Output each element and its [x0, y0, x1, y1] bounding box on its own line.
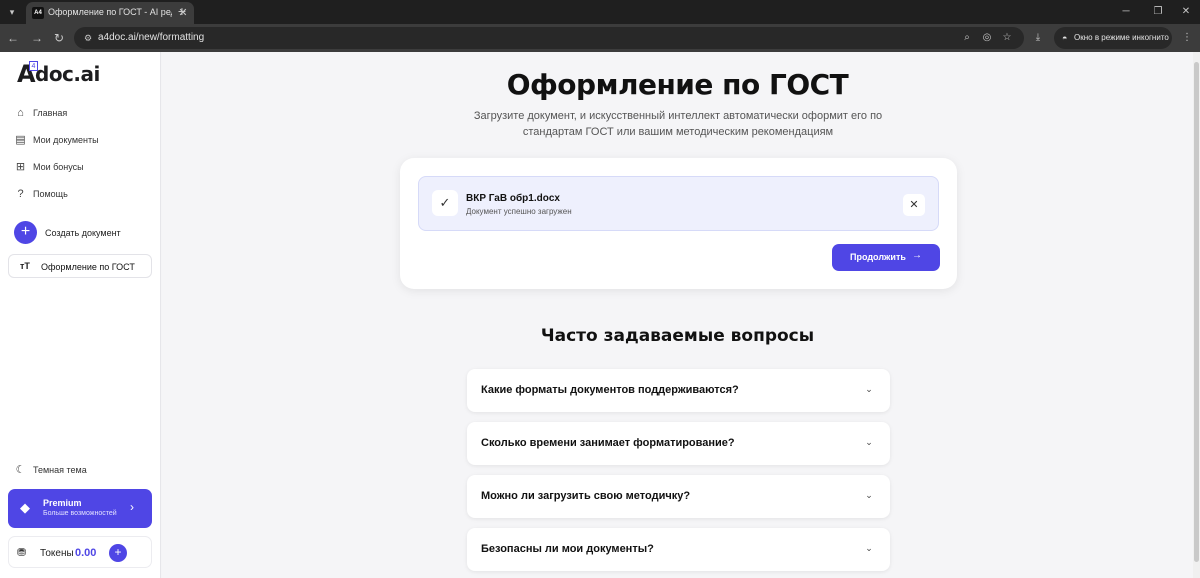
gift-icon: ⊞ — [15, 161, 26, 173]
site-info-icon[interactable]: ⚙ — [82, 32, 94, 44]
browser-tab-bar: ▾ A4 Оформление по ГОСТ - AI ред ✕ + ─ ❐… — [0, 0, 1200, 24]
premium-title: Premium — [43, 498, 82, 508]
chevron-down-icon: ⌄ — [865, 490, 873, 500]
remove-file-button[interactable]: ✕ — [903, 194, 925, 216]
tokens-panel: ⛃ Токены 0.00 + — [8, 536, 152, 568]
document-icon: ▤ — [15, 134, 26, 146]
url-text: a4doc.ai/new/formatting — [98, 32, 205, 43]
sidebar-item-help[interactable]: ? Помощь — [14, 186, 154, 204]
sidebar: A 4 doc.ai ⌂ Главная ▤ Мои документы ⊞ М… — [0, 52, 161, 578]
file-status: Документ успешно загружен — [466, 207, 572, 216]
sidebar-item-label: Мои бонусы — [33, 162, 84, 172]
page-subtitle: Загрузите документ, и искусственный инте… — [473, 110, 883, 138]
minimize-icon[interactable]: ─ — [1116, 3, 1136, 21]
faq-title: Часто задаваемые вопросы — [540, 326, 815, 346]
page-scrollbar[interactable] — [1193, 52, 1200, 578]
text-format-icon: тT — [20, 261, 30, 271]
faq-item[interactable]: Какие форматы документов поддерживаются?… — [467, 369, 890, 412]
sidebar-item-bonuses[interactable]: ⊞ Мои бонусы — [14, 159, 154, 177]
faq-question: Можно ли загрузить свою методичку? — [481, 490, 691, 502]
uploaded-file-row: ✓ ВКР ГаВ обр1.docx Документ успешно заг… — [418, 176, 939, 231]
more-menu-icon[interactable]: ⋮ — [1180, 29, 1194, 47]
browser-toolbar: ← → ↻ ⚙ a4doc.ai/new/formatting ⌕ ◎ ☆ ⤓ … — [0, 24, 1200, 52]
logo-text: doc.ai — [35, 62, 100, 86]
bookmark-star-icon[interactable]: ☆ — [1000, 31, 1014, 45]
forward-icon[interactable]: → — [28, 29, 46, 47]
premium-banner[interactable]: ◆ Premium Больше возможностей › — [8, 489, 152, 528]
home-icon: ⌂ — [17, 107, 24, 119]
arrow-right-icon: → — [912, 250, 922, 261]
moon-icon: ☾ — [15, 464, 26, 476]
chevron-down-icon: ⌄ — [865, 437, 873, 447]
restore-icon[interactable]: ❐ — [1148, 3, 1168, 21]
add-tokens-button[interactable]: + — [109, 544, 127, 562]
page-title: Оформление по ГОСТ — [506, 68, 849, 101]
eye-off-icon[interactable]: ◎ — [980, 31, 994, 45]
faq-item[interactable]: Сколько времени занимает форматирование?… — [467, 422, 890, 465]
sidebar-item-documents[interactable]: ▤ Мои документы — [14, 132, 154, 150]
create-document-button[interactable]: + Создать документ — [14, 221, 154, 245]
upload-card: ✓ ВКР ГаВ обр1.docx Документ успешно заг… — [400, 158, 957, 289]
sidebar-item-label: Главная — [33, 108, 68, 118]
chevron-down-icon: ⌄ — [865, 543, 873, 553]
premium-subtitle: Больше возможностей — [43, 510, 117, 517]
zoom-icon[interactable]: ⌕ — [960, 31, 974, 45]
reload-icon[interactable]: ↻ — [50, 29, 68, 47]
chevron-right-icon: › — [130, 500, 134, 514]
file-name: ВКР ГаВ обр1.docx — [466, 193, 560, 204]
chevron-down-icon: ⌄ — [865, 384, 873, 394]
tab-favicon: A4 — [32, 7, 44, 19]
incognito-indicator[interactable]: ◓ Окно в режиме инкогнито — [1054, 27, 1172, 49]
tokens-label: Токены — [40, 548, 74, 559]
sidebar-item-label: Помощь — [33, 189, 68, 199]
plus-icon: + — [14, 221, 37, 244]
faq-item[interactable]: Безопасны ли мои документы? ⌄ — [467, 528, 890, 571]
faq-question: Сколько времени занимает форматирование? — [481, 437, 735, 449]
scrollbar-thumb[interactable] — [1194, 62, 1199, 562]
incognito-label: Окно в режиме инкогнито — [1074, 33, 1169, 42]
back-icon[interactable]: ← — [4, 29, 22, 47]
sidebar-item-label: Мои документы — [33, 135, 99, 145]
sidebar-item-gost-formatting[interactable]: тT Оформление по ГОСТ — [8, 254, 152, 278]
faq-question: Какие форматы документов поддерживаются? — [481, 384, 739, 396]
main-content: Оформление по ГОСТ Загрузите документ, и… — [162, 52, 1193, 578]
tokens-value: 0.00 — [75, 547, 97, 559]
dark-theme-label: Темная тема — [33, 465, 87, 475]
tab-title: Оформление по ГОСТ - AI ред — [48, 7, 172, 17]
faq-question: Безопасны ли мои документы? — [481, 543, 654, 555]
new-tab-icon[interactable]: + — [174, 3, 190, 19]
create-document-label: Создать документ — [45, 228, 121, 238]
sidebar-item-label: Оформление по ГОСТ — [41, 262, 135, 272]
faq-item[interactable]: Можно ли загрузить свою методичку? ⌄ — [467, 475, 890, 518]
browser-tab[interactable]: A4 Оформление по ГОСТ - AI ред ✕ — [26, 2, 194, 24]
sidebar-item-home[interactable]: ⌂ Главная — [14, 105, 154, 123]
download-icon[interactable]: ⤓ — [1030, 29, 1046, 47]
check-icon: ✓ — [432, 190, 458, 216]
address-bar[interactable]: ⚙ a4doc.ai/new/formatting ⌕ ◎ ☆ — [74, 27, 1024, 49]
incognito-icon: ◓ — [1062, 33, 1068, 43]
help-icon: ? — [17, 188, 24, 200]
coins-icon: ⛃ — [17, 547, 27, 559]
tab-list-icon[interactable]: ▾ — [4, 4, 20, 20]
dark-theme-toggle[interactable]: ☾ Темная тема — [14, 462, 154, 480]
diamond-icon: ◆ — [20, 500, 30, 515]
continue-label: Продолжить — [850, 252, 906, 262]
continue-button[interactable]: Продолжить → — [832, 244, 940, 271]
close-window-icon[interactable]: ✕ — [1176, 3, 1196, 21]
